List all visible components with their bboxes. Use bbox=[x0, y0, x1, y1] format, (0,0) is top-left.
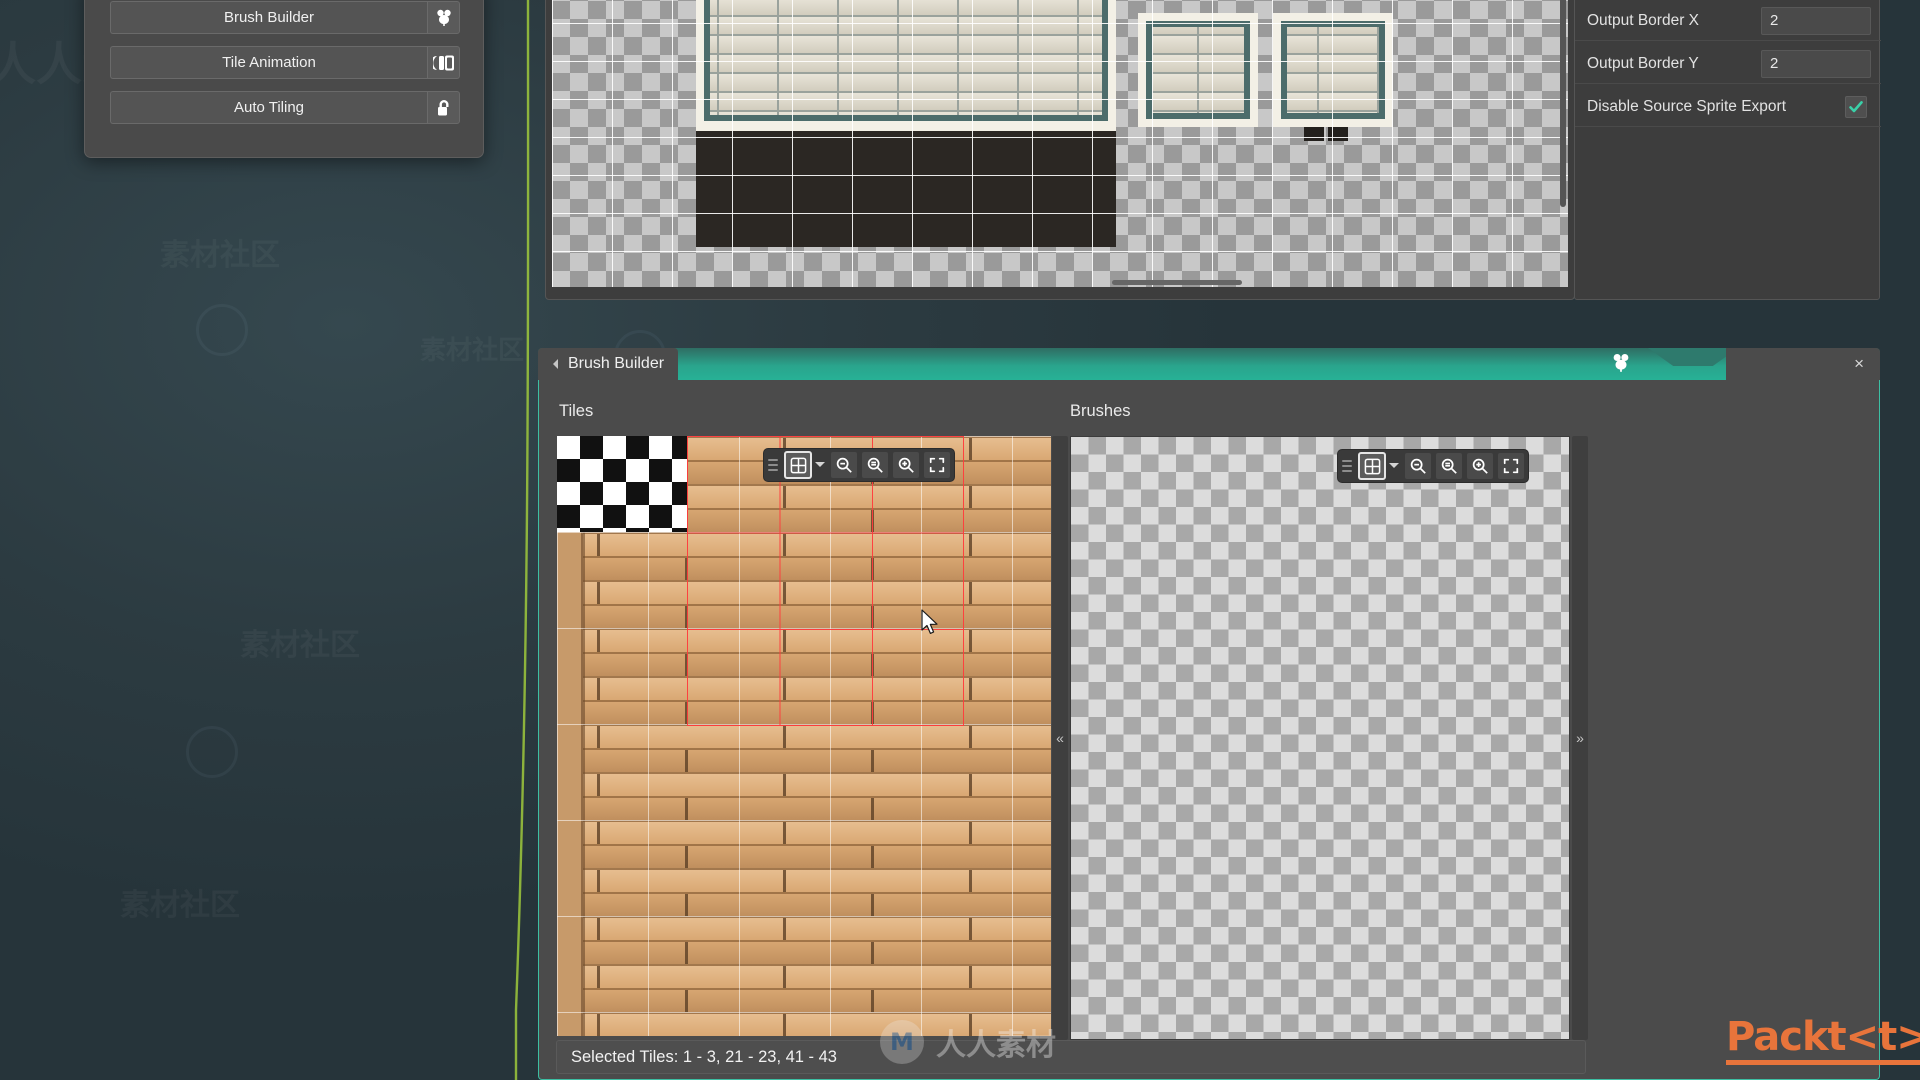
collapse-caret-icon bbox=[548, 359, 558, 369]
background-watermark-text: 素材社区 bbox=[120, 880, 240, 924]
brush-builder-tab[interactable]: Brush Builder bbox=[538, 348, 679, 380]
tiles-viewport[interactable] bbox=[557, 436, 1051, 1036]
sprite-sheet-horizontal-scrollbar[interactable] bbox=[1112, 280, 1242, 285]
sprite-sheet-vertical-scrollbar[interactable] bbox=[1560, 0, 1566, 207]
collapse-tiles-handle[interactable]: « bbox=[1052, 436, 1068, 1040]
chevron-down-icon[interactable] bbox=[1389, 463, 1399, 473]
sprite-sheet-grid-overlay bbox=[552, 0, 1568, 287]
auto-tiling-button[interactable]: Auto Tiling bbox=[110, 91, 427, 124]
tiles-transparency-checker bbox=[557, 436, 687, 532]
zoom-reset-icon[interactable] bbox=[861, 451, 889, 479]
editors-panel: Editors: Brush Builder Tile Animation bbox=[84, 0, 484, 158]
fit-screen-icon[interactable] bbox=[1497, 452, 1525, 480]
brushes-view-toolbar[interactable] bbox=[1337, 449, 1529, 483]
toolbar-grip-icon[interactable] bbox=[768, 454, 778, 476]
brush-builder-title: Brush Builder bbox=[568, 355, 665, 372]
sprite-sheet-window bbox=[545, 0, 1575, 300]
close-icon[interactable]: × bbox=[1726, 348, 1880, 380]
disable-source-sprite-export-label: Disable Source Sprite Export bbox=[1587, 97, 1787, 115]
editor-row-tile-animation[interactable]: Tile Animation bbox=[110, 46, 460, 79]
watermark-logo: M bbox=[880, 1020, 924, 1064]
tiles-section-header: Tiles bbox=[559, 402, 594, 420]
brush-builder-titlebar[interactable]: Brush Builder × bbox=[538, 348, 1880, 380]
property-row-disable-source-sprite-export[interactable]: Disable Source Sprite Export bbox=[1575, 87, 1881, 127]
zoom-in-icon[interactable] bbox=[892, 451, 920, 479]
brush-builder-body: Tiles Brushes « » bbox=[538, 380, 1880, 1080]
packt-logo: Packt<t> bbox=[1726, 1014, 1920, 1065]
properties-panel: Output Border X 2 Output Border Y 2 Disa… bbox=[1574, 0, 1881, 300]
brush-builder-button[interactable]: Brush Builder bbox=[110, 1, 427, 34]
output-border-y-input[interactable]: 2 bbox=[1761, 49, 1871, 78]
output-border-x-label: Output Border X bbox=[1587, 11, 1700, 29]
output-border-x-input[interactable]: 2 bbox=[1761, 6, 1871, 35]
editor-row-auto-tiling[interactable]: Auto Tiling bbox=[110, 91, 460, 124]
flower-icon[interactable] bbox=[427, 1, 460, 34]
background-watermark-text: 素材社区 bbox=[160, 230, 280, 274]
grid-icon[interactable] bbox=[784, 451, 812, 479]
collapse-brushes-handle[interactable]: » bbox=[1572, 436, 1588, 1040]
lock-icon[interactable] bbox=[427, 91, 460, 124]
site-watermark: M 人人素材 bbox=[880, 1020, 1056, 1064]
zoom-out-icon[interactable] bbox=[830, 451, 858, 479]
property-row-output-border-y[interactable]: Output Border Y 2 bbox=[1575, 44, 1881, 84]
check-icon bbox=[1849, 100, 1863, 112]
tiles-view-toolbar[interactable] bbox=[763, 448, 955, 482]
zoom-reset-icon[interactable] bbox=[1435, 452, 1463, 480]
background-watermark-text: 素材社区 bbox=[240, 620, 360, 664]
animation-frames-icon[interactable] bbox=[427, 46, 460, 79]
fit-screen-icon[interactable] bbox=[923, 451, 951, 479]
grid-icon[interactable] bbox=[1358, 452, 1386, 480]
background-watermark-ring bbox=[186, 726, 238, 778]
chevron-down-icon[interactable] bbox=[815, 462, 825, 472]
zoom-in-icon[interactable] bbox=[1466, 452, 1494, 480]
editor-row-brush-builder[interactable]: Brush Builder bbox=[110, 1, 460, 34]
output-border-y-label: Output Border Y bbox=[1587, 54, 1699, 72]
disable-source-sprite-export-checkbox[interactable] bbox=[1845, 95, 1867, 118]
tile-animation-button[interactable]: Tile Animation bbox=[110, 46, 427, 79]
titlebar-notch bbox=[1648, 348, 1738, 366]
brushes-viewport[interactable] bbox=[1070, 436, 1570, 1040]
brushes-section-header: Brushes bbox=[1070, 402, 1131, 420]
brush-builder-window: Brush Builder × Tiles Brushes « » bbox=[538, 348, 1880, 1080]
sprite-sheet-canvas[interactable] bbox=[552, 0, 1568, 287]
zoom-out-icon[interactable] bbox=[1404, 452, 1432, 480]
mouse-cursor bbox=[921, 609, 941, 642]
background-watermark-ring bbox=[196, 304, 248, 356]
packt-logo-text: Packt<t> bbox=[1726, 1014, 1920, 1065]
flower-icon bbox=[1610, 352, 1632, 379]
watermark-site-name: 人人素材 bbox=[936, 1028, 1056, 1063]
toolbar-grip-icon[interactable] bbox=[1342, 455, 1352, 477]
property-row-output-border-x[interactable]: Output Border X 2 bbox=[1575, 1, 1881, 41]
status-bar: Selected Tiles: 1 - 3, 21 - 23, 41 - 43 bbox=[556, 1040, 1586, 1074]
